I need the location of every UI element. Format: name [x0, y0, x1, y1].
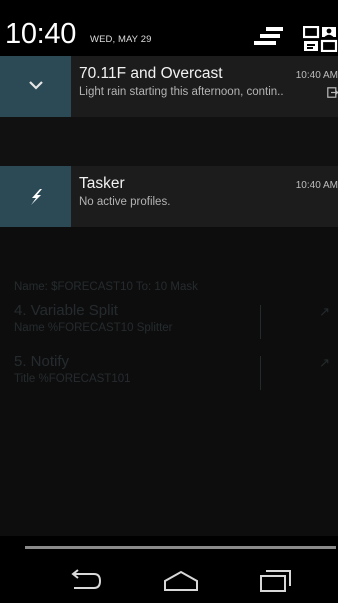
- chevron-down-icon: [29, 81, 43, 90]
- notification-title: 70.11F and Overcast: [79, 65, 223, 82]
- open-icon[interactable]: [327, 87, 338, 98]
- arrow-icon: ↗: [319, 304, 330, 319]
- shade-header: 10:40 WED, MAY 29: [0, 10, 338, 56]
- shade-drag-handle[interactable]: [25, 546, 336, 549]
- notification-gap: [0, 117, 338, 166]
- notification-shade-screen: 10:40 WED, MAY 29 Name: $FORECAST10 To:: [0, 0, 338, 603]
- date: WED, MAY 29: [90, 34, 152, 45]
- clock: 10:40: [5, 18, 77, 50]
- notification-body: Light rain starting this afternoon, cont…: [79, 86, 284, 98]
- quick-settings-icon[interactable]: [302, 25, 338, 53]
- notification-time: 10:40 AM: [295, 180, 338, 191]
- lightning-bolt-icon: [31, 189, 42, 205]
- navigation-bar: [0, 558, 338, 603]
- notification-list: Name: $FORECAST10 To: 10 Mask 4. Variabl…: [0, 56, 338, 536]
- background-step-sub: Name %FORECAST10 Splitter: [14, 322, 173, 334]
- background-step-row: 4. Variable Split Name %FORECAST10 Split…: [14, 302, 334, 339]
- background-step-row: 5. Notify Title %FORECAST101 ↗: [14, 353, 334, 390]
- notification-body: No active profiles.: [79, 196, 171, 208]
- divider: [260, 356, 261, 390]
- arrow-icon: ↗: [319, 355, 330, 370]
- back-button[interactable]: [64, 566, 104, 594]
- background-step-sub: Title %FORECAST101: [14, 373, 131, 385]
- notification-title: Tasker: [79, 175, 125, 192]
- home-button[interactable]: [161, 566, 201, 594]
- background-app-content: Name: $FORECAST10 To: 10 Mask 4. Variabl…: [0, 281, 338, 601]
- notification-tasker[interactable]: Tasker No active profiles. 10:40 AM: [0, 166, 338, 227]
- notification-time: 10:40 AM: [295, 70, 338, 81]
- recents-icon: [260, 570, 291, 592]
- divider: [260, 305, 261, 339]
- recents-button[interactable]: [256, 566, 296, 594]
- back-icon: [71, 569, 102, 589]
- notification-icon-tile: [0, 56, 71, 117]
- background-step-title: 4. Variable Split: [14, 302, 118, 319]
- clear-all-icon[interactable]: [254, 27, 284, 49]
- background-step-title: 5. Notify: [14, 353, 70, 370]
- notification-weather[interactable]: 70.11F and Overcast Light rain starting …: [0, 56, 338, 117]
- home-icon: [164, 570, 198, 591]
- notification-icon-tile: [0, 166, 71, 227]
- background-top-line: Name: $FORECAST10 To: 10 Mask: [14, 281, 198, 293]
